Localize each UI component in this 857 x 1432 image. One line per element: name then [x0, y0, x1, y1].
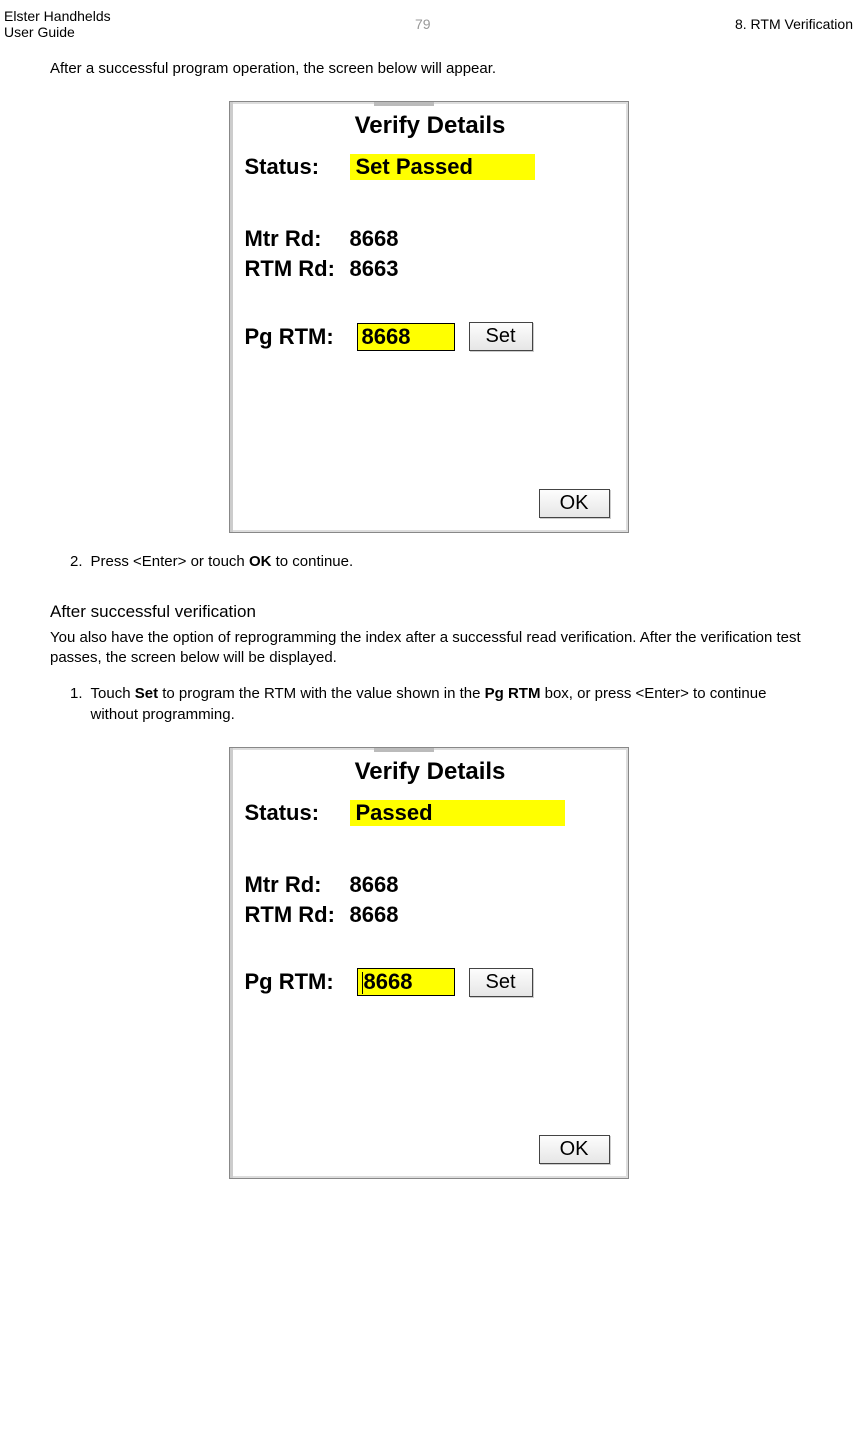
mtr-rd-label: Mtr Rd:: [245, 226, 350, 252]
status-label: Status:: [245, 800, 350, 826]
page-header: Elster Handhelds User Guide 79 8. RTM Ve…: [0, 0, 857, 60]
ok-button[interactable]: OK: [539, 489, 610, 518]
mtr-rd-label: Mtr Rd:: [245, 872, 350, 898]
ok-row: OK: [245, 489, 616, 518]
status-value: Set Passed: [350, 154, 535, 180]
step-1b: 1. Touch Set to program the RTM with the…: [70, 683, 807, 725]
status-row: Status: Set Passed: [245, 154, 616, 180]
spacer: [245, 184, 616, 226]
doc-title-line1: Elster Handhelds: [4, 8, 111, 24]
pg-rtm-input[interactable]: 8668: [357, 968, 455, 996]
screen-title: Verify Details: [245, 112, 616, 140]
rtm-rd-label: RTM Rd:: [245, 256, 350, 282]
section-name: 8. RTM Verification: [735, 8, 853, 32]
status-value: Passed: [350, 800, 565, 826]
status-row: Status: Passed: [245, 800, 616, 826]
rtm-rd-value: 8663: [350, 256, 399, 282]
pg-rtm-input[interactable]: 8668: [357, 323, 455, 351]
screen-title: Verify Details: [245, 758, 616, 786]
mtr-rd-value: 8668: [350, 226, 399, 252]
verify-details-screen-1: Verify Details Status: Set Passed Mtr Rd…: [229, 101, 629, 533]
page-number: 79: [111, 8, 735, 32]
content-area: After a successful program operation, th…: [0, 60, 857, 1227]
set-button[interactable]: Set: [469, 968, 533, 997]
step-number: 2.: [70, 551, 83, 572]
mtr-rd-row: Mtr Rd: 8668: [245, 872, 616, 898]
spacer: [245, 932, 616, 968]
ok-row: OK: [245, 1135, 616, 1164]
set-button[interactable]: Set: [469, 322, 533, 351]
spacer: [245, 830, 616, 872]
spacer: [245, 286, 616, 322]
after-success-heading: After successful verification: [50, 602, 807, 622]
doc-title-line2: User Guide: [4, 24, 111, 40]
mtr-rd-row: Mtr Rd: 8668: [245, 226, 616, 252]
pg-rtm-label: Pg RTM:: [245, 324, 357, 350]
verify-details-screen-2: Verify Details Status: Passed Mtr Rd: 86…: [229, 747, 629, 1179]
step-list-1: 2. Press <Enter> or touch OK to continue…: [50, 551, 807, 572]
ok-button[interactable]: OK: [539, 1135, 610, 1164]
screen-inner: Verify Details Status: Passed Mtr Rd: 86…: [230, 748, 628, 1178]
step-list-2: 1. Touch Set to program the RTM with the…: [50, 683, 807, 725]
mtr-rd-value: 8668: [350, 872, 399, 898]
header-left: Elster Handhelds User Guide: [4, 8, 111, 40]
rtm-rd-row: RTM Rd: 8663: [245, 256, 616, 282]
status-label: Status:: [245, 154, 350, 180]
text-caret-icon: [362, 972, 363, 994]
rtm-rd-value: 8668: [350, 902, 399, 928]
rtm-rd-label: RTM Rd:: [245, 902, 350, 928]
step-number: 1.: [70, 683, 83, 725]
screen-inner: Verify Details Status: Set Passed Mtr Rd…: [230, 102, 628, 532]
intro-text: After a successful program operation, th…: [50, 60, 807, 77]
rtm-rd-row: RTM Rd: 8668: [245, 902, 616, 928]
step-2: 2. Press <Enter> or touch OK to continue…: [70, 551, 807, 572]
step-text: Press <Enter> or touch OK to continue.: [91, 551, 354, 572]
pg-rtm-label: Pg RTM:: [245, 969, 357, 995]
pg-rtm-row: Pg RTM: 8668 Set: [245, 968, 616, 997]
step-text: Touch Set to program the RTM with the va…: [91, 683, 807, 725]
after-success-para: You also have the option of reprogrammin…: [50, 628, 807, 669]
pg-rtm-row: Pg RTM: 8668 Set: [245, 322, 616, 351]
